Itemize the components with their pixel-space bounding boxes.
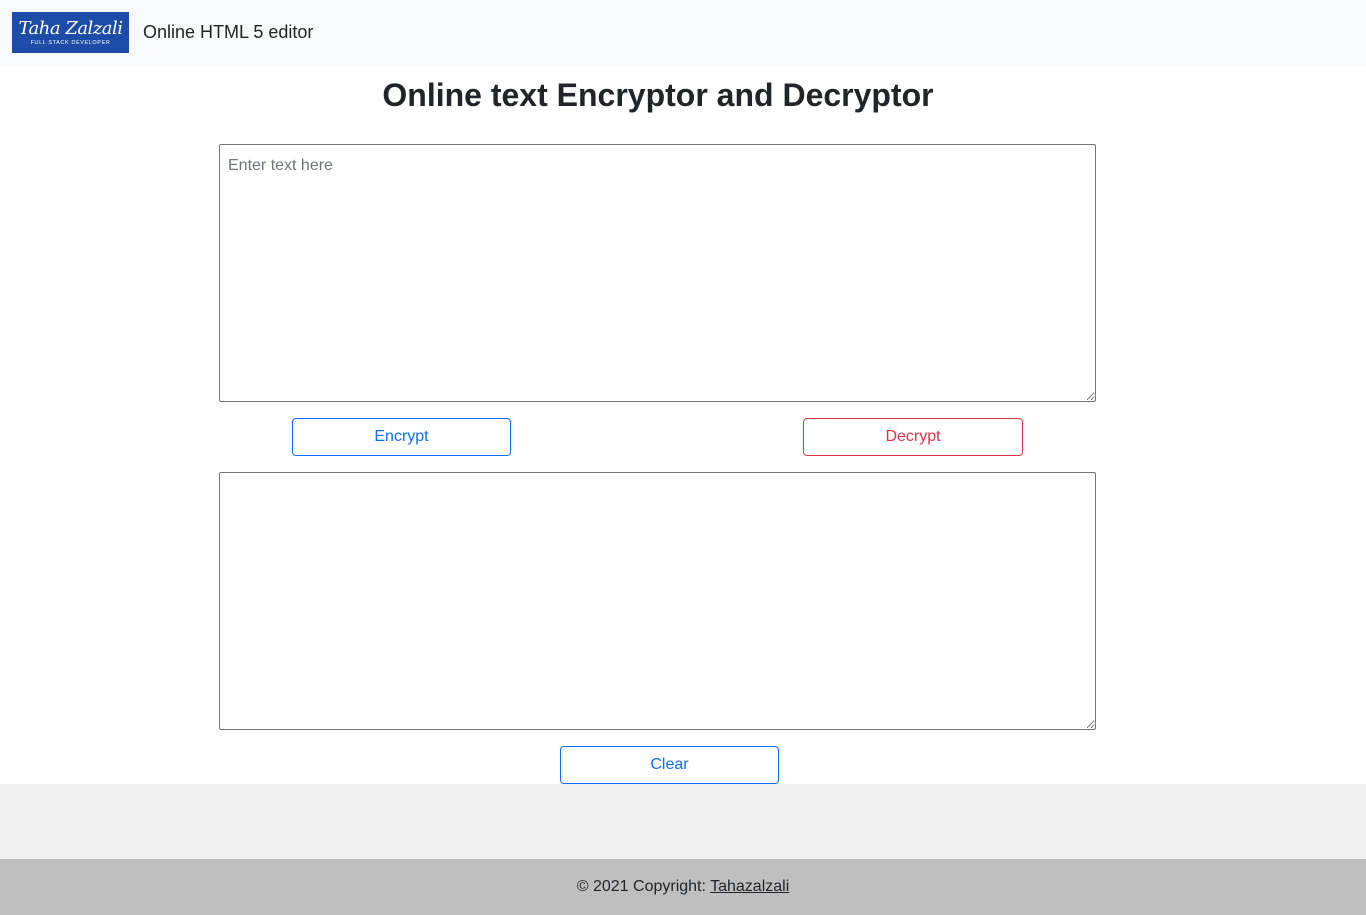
brand-link[interactable]: Online HTML 5 editor <box>143 20 313 44</box>
decrypt-button[interactable]: Decrypt <box>803 418 1023 456</box>
logo-tagline: FULL STACK DEVELOPER <box>30 40 111 46</box>
logo-name: Taha Zalzali <box>18 18 123 39</box>
footer-author-link[interactable]: Tahazalzali <box>710 878 789 895</box>
footer-spacer <box>0 784 1366 859</box>
footer: © 2021 Copyright: Tahazalzali <box>0 859 1366 915</box>
page-title: Online text Encryptor and Decryptor <box>382 77 934 113</box>
output-textarea[interactable] <box>219 472 1096 730</box>
navbar: Taha Zalzali FULL STACK DEVELOPER Online… <box>0 0 1366 66</box>
footer-copyright-text: © 2021 Copyright: <box>576 878 711 895</box>
brand-logo[interactable]: Taha Zalzali FULL STACK DEVELOPER <box>12 12 129 53</box>
encrypt-button[interactable]: Encrypt <box>292 418 511 456</box>
clear-button[interactable]: Clear <box>560 746 779 784</box>
input-textarea[interactable] <box>219 144 1096 402</box>
